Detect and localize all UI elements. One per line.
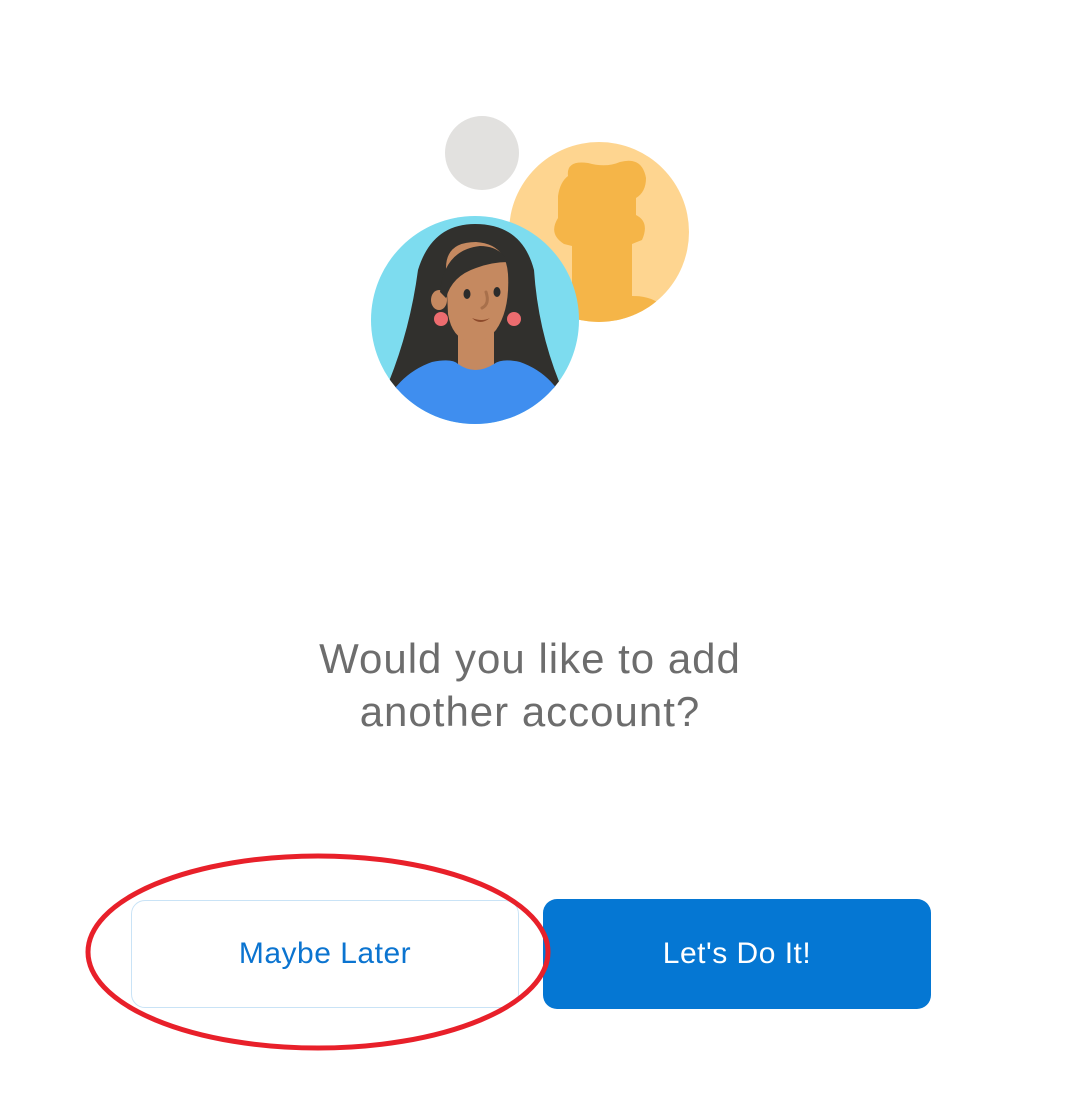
lets-do-it-button[interactable]: Let's Do It! (543, 899, 931, 1009)
lets-do-it-label: Let's Do It! (662, 937, 812, 970)
prompt-line-1: Would you like to add (319, 635, 741, 682)
small-gray-dot-icon (445, 116, 519, 190)
maybe-later-label: Maybe Later (238, 937, 412, 970)
maybe-later-button[interactable]: Maybe Later (131, 900, 519, 1008)
woman-avatar-icon (371, 216, 579, 424)
add-account-illustration (340, 100, 720, 440)
prompt-line-2: another account? (359, 688, 701, 735)
add-account-prompt: Would you like to add another account? (0, 632, 1060, 738)
